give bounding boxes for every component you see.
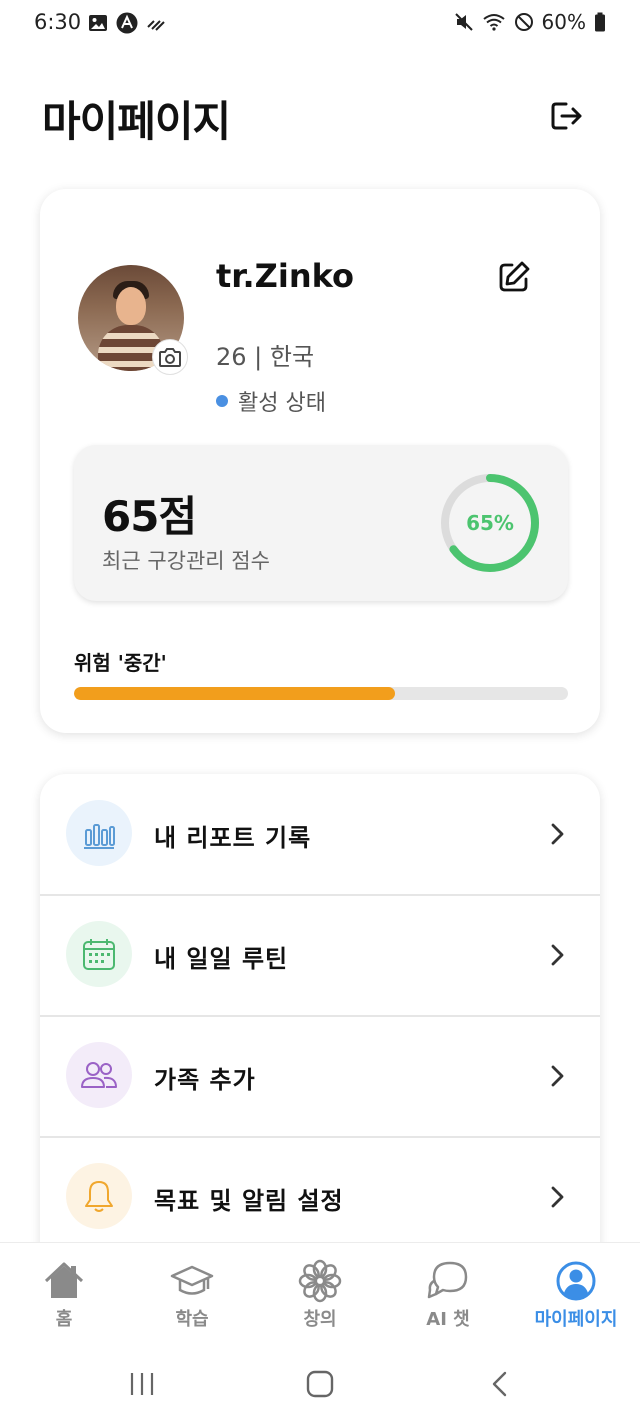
chevron-right-icon xyxy=(551,1186,564,1208)
nav-tab-my-page[interactable]: 마이페이지 xyxy=(512,1259,640,1343)
home-button[interactable] xyxy=(306,1370,334,1398)
calendar-icon xyxy=(83,939,115,970)
risk-level-fill xyxy=(74,687,396,700)
menu-item-report-history[interactable]: 내 리포트 기록 xyxy=(40,774,600,896)
menu-item-add-family[interactable]: 가족 추가 xyxy=(40,1016,600,1138)
bell-icon xyxy=(85,1181,113,1212)
status-time: 6:30 xyxy=(34,10,82,34)
nav-label: 홈 xyxy=(55,1309,73,1330)
recent-apps-button[interactable] xyxy=(128,1370,156,1398)
signal-slash-icon xyxy=(147,20,165,31)
logout-button[interactable] xyxy=(546,96,586,136)
menu-item-label: 가족 추가 xyxy=(154,1066,256,1094)
menu-item-goals-notifications[interactable]: 목표 및 알림 설정 xyxy=(40,1137,600,1259)
user-age-country: 26 | 한국 xyxy=(216,343,315,371)
chevron-right-icon xyxy=(551,823,564,845)
menu-icon-circle xyxy=(66,1042,132,1108)
back-button[interactable] xyxy=(490,1370,510,1398)
profile-card: tr.Zinko 26 | 한국 활성 상태 65점 최근 구강관리 점수 65… xyxy=(40,189,600,733)
nav-label: AI 챗 xyxy=(426,1309,470,1330)
menu-icon-circle xyxy=(66,800,132,866)
risk-level-bar xyxy=(74,687,568,700)
home-icon xyxy=(44,1262,84,1298)
menu-item-daily-routine[interactable]: 내 일일 루틴 xyxy=(40,895,600,1017)
system-navigation-bar xyxy=(0,1348,640,1422)
oral-care-score-box: 65점 최근 구강관리 점수 65% xyxy=(74,445,568,601)
logout-icon xyxy=(551,102,582,130)
my-page-screen: 6:30 60% 마이페이지 tr.Zinko 26 | 한국 활성 상태 65… xyxy=(0,0,640,1422)
user-status: 활성 상태 xyxy=(216,385,326,417)
page-title: 마이페이지 xyxy=(42,97,231,146)
risk-label: 위험 '중간' xyxy=(74,651,167,675)
flower-icon xyxy=(298,1259,342,1303)
battery-text: 60% xyxy=(541,10,586,34)
menu-icon-circle xyxy=(66,921,132,987)
bottom-navigation: 홈 학습 창의 AI 챗 마이페이지 xyxy=(0,1242,640,1349)
menu-icon-circle xyxy=(66,1163,132,1229)
edit-profile-button[interactable] xyxy=(496,259,532,295)
menu-item-label: 내 일일 루틴 xyxy=(154,945,289,973)
score-label: 최근 구강관리 점수 xyxy=(102,549,270,573)
mute-icon xyxy=(454,13,473,31)
score-percent-text: 65% xyxy=(466,511,514,535)
nav-label: 학습 xyxy=(175,1309,209,1330)
status-notification-icons xyxy=(88,12,166,34)
nav-tab-home[interactable]: 홈 xyxy=(0,1259,128,1343)
people-icon xyxy=(81,1062,117,1088)
edit-icon xyxy=(499,261,530,292)
status-system-icons: 60% xyxy=(454,10,606,34)
graduation-cap-icon xyxy=(170,1265,214,1295)
nav-label: 창의 xyxy=(303,1309,337,1330)
nav-label: 마이페이지 xyxy=(534,1309,618,1330)
avatar-head xyxy=(116,287,146,325)
score-progress-ring: 65% xyxy=(441,474,539,572)
wifi-icon xyxy=(482,14,505,31)
chevron-right-icon xyxy=(551,1065,564,1087)
nav-tab-ai-chat[interactable]: AI 챗 xyxy=(384,1259,512,1343)
user-status-text: 활성 상태 xyxy=(238,391,326,416)
camera-icon xyxy=(159,348,181,367)
app-a-icon xyxy=(116,12,138,34)
nav-tab-learning[interactable]: 학습 xyxy=(128,1259,256,1343)
bar-chart-icon xyxy=(84,824,115,849)
chat-bubble-icon xyxy=(427,1261,468,1299)
score-value: 65점 xyxy=(102,492,197,541)
chevron-right-icon xyxy=(551,944,564,966)
battery-icon xyxy=(595,12,605,32)
image-icon xyxy=(89,15,107,31)
menu-item-label: 내 리포트 기록 xyxy=(154,824,312,852)
change-photo-button[interactable] xyxy=(152,339,188,375)
dnd-icon xyxy=(514,13,533,31)
profile-icon xyxy=(556,1261,596,1301)
nav-tab-creative[interactable]: 창의 xyxy=(256,1259,384,1343)
status-bar: 6:30 60% xyxy=(0,0,640,48)
user-name: tr.Zinko xyxy=(216,257,355,295)
menu-item-label: 목표 및 알림 설정 xyxy=(154,1187,344,1215)
status-dot xyxy=(216,395,228,407)
